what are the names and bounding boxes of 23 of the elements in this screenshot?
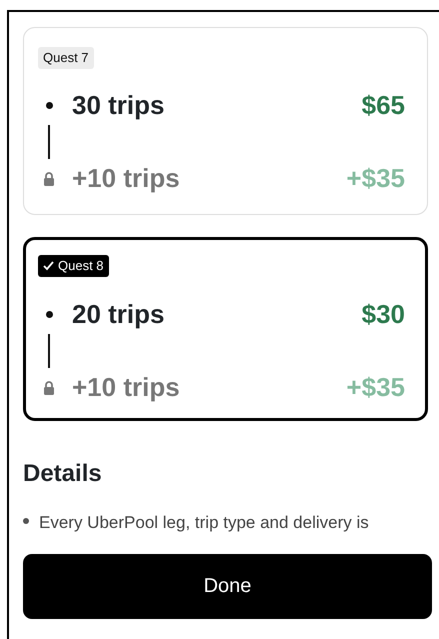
trip-count: +10 trips [72,371,181,404]
detail-text: Every UberPool leg, trip type and delivery is [39,512,369,534]
check-icon [43,261,54,271]
dot-icon [46,102,52,109]
connector-line [48,334,50,368]
reward-amount: +$35 [346,371,405,404]
quest-badge: Quest 7 [38,47,94,68]
lock-icon [43,172,55,186]
trip-count: 20 trips [72,298,166,331]
reward-amount: +$35 [346,162,405,195]
lock-icon [43,380,55,394]
trip-count: +10 trips [72,162,181,195]
quest-card[interactable]: Quest 7 30 trips $65 +10 trips +$35 [23,27,428,215]
done-button[interactable]: Done [23,554,432,618]
quest-card[interactable]: Quest 8 20 trips $30 +10 trips +$35 [23,237,428,421]
quest-badge: Quest 8 [38,255,109,277]
dot-icon [46,311,52,318]
section-heading: Details [23,459,103,489]
connector-line [48,125,50,159]
trip-count: 30 trips [72,89,166,122]
reward-amount: $30 [362,298,405,331]
reward-amount: $65 [362,89,405,122]
bullet-icon [23,518,29,524]
